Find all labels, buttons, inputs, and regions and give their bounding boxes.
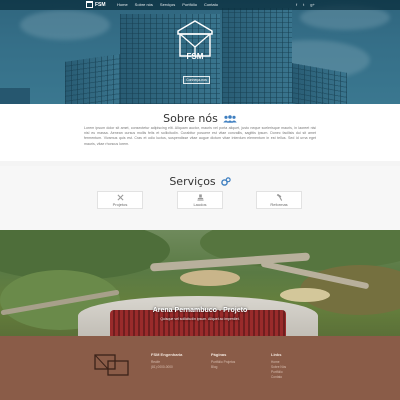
nav-item-servicos[interactable]: Serviços (160, 2, 175, 7)
nav-brand[interactable]: FSM (86, 1, 106, 8)
users-icon (223, 114, 237, 123)
footer-link[interactable]: Blog (211, 365, 235, 370)
footer-logo (94, 354, 129, 376)
top-navbar: FSM Home Sobre nós Serviços Portfólio Co… (0, 0, 400, 10)
footer-col-company: FSM Engenharia Recife (81) 0000-0000 (151, 352, 182, 370)
about-paragraph: Lorem ipsum dolor sit amet, consectetur … (84, 126, 316, 146)
service-card-reformas[interactable]: Reformas (256, 191, 302, 209)
about-title: Sobre nós (163, 112, 218, 125)
portfolio-subcaption: Quisque vel sollicitudin ipsum. Aliquet … (160, 317, 240, 321)
footer-heading: Páginas (211, 352, 227, 357)
footer-col-links: Links Home Sobre Nós Portfólio Contato (271, 352, 286, 380)
service-label: Laudos (193, 201, 207, 207)
logo-text: FSM (186, 52, 204, 61)
facebook-icon[interactable]: f (296, 2, 297, 7)
service-card-laudos[interactable]: Laudos (177, 191, 223, 209)
google-plus-icon[interactable]: g+ (310, 2, 315, 7)
hero-banner: FSM Conheça-nos (0, 0, 400, 104)
twitter-icon[interactable]: t (303, 2, 304, 7)
footer: FSM Engenharia Recife (81) 0000-0000 Pág… (0, 336, 400, 400)
nav-item-portfolio[interactable]: Portfólio (182, 2, 197, 7)
nav-menu: Home Sobre nós Serviços Portfólio Contat… (117, 2, 218, 7)
services-title: Serviços (169, 175, 216, 188)
social-links: f t g+ (296, 2, 315, 7)
footer-line: (81) 0000-0000 (151, 365, 173, 369)
service-label: Reformas (270, 201, 288, 207)
footer-heading: FSM Engenharia (151, 352, 183, 357)
footer-heading: Links (271, 352, 282, 357)
service-label: Projetos (112, 201, 128, 207)
about-section: Sobre nós Lorem ipsum dolor sit amet, co… (0, 104, 400, 161)
brand-logo-icon (86, 1, 93, 8)
nav-item-sobre[interactable]: Sobre nós (135, 2, 153, 7)
service-card-projetos[interactable]: Projetos (97, 191, 143, 209)
footer-col-pages: Páginas Portfólio Projetos Blog (211, 352, 235, 370)
nav-item-contato[interactable]: Contato (204, 2, 218, 7)
footer-link[interactable]: Contato (271, 375, 286, 380)
gears-icon (220, 177, 231, 186)
tools-icon (117, 194, 123, 200)
portfolio-caption: Arena Pernambuco - Projeto (152, 307, 248, 314)
services-section: Serviços Projetos Laudos Reformas (0, 166, 400, 230)
portfolio-banner: Arena Pernambuco - Projeto Quisque vel s… (0, 230, 400, 336)
hammer-icon (276, 193, 282, 201)
nav-item-home[interactable]: Home (117, 2, 128, 7)
stamp-icon (196, 193, 204, 201)
hero-cta-button[interactable]: Conheça-nos (183, 76, 210, 84)
brand-name: FSM (95, 1, 106, 8)
